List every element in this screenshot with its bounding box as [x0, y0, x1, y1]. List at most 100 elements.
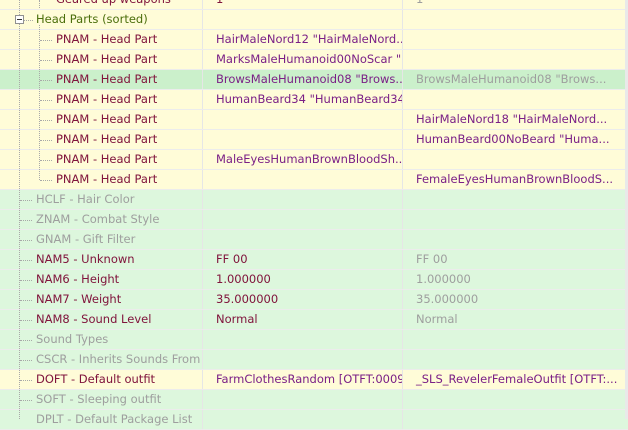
record-value-1[interactable]: FF 00 [203, 250, 403, 269]
tree-guide-line [20, 240, 32, 241]
record-name: NAM8 - Sound Level [36, 312, 152, 326]
tree-guide-line [20, 280, 32, 281]
record-value-1[interactable]: Normal [203, 310, 403, 329]
record-name: HCLF - Hair Color [36, 192, 135, 206]
tree-guide-line [40, 80, 52, 81]
record-value-1[interactable]: 1.000000 [203, 270, 403, 289]
record-name: PNAM - Head Part [56, 152, 158, 166]
record-value-1[interactable]: FarmClothesRandom [OTFT:0009... [203, 370, 403, 389]
record-row-nam6[interactable]: NAM6 - Height 1.000000 1.000000 [0, 270, 628, 290]
record-value-1[interactable]: HairMaleNord12 "HairMaleNord... [203, 30, 403, 49]
record-value-2[interactable]: HumanBeard00NoBeard "Huma... [403, 130, 628, 149]
head-part-row[interactable]: PNAM - Head Part HairMaleNord12 "HairMal… [0, 30, 628, 50]
tree-guide-line [20, 300, 32, 301]
record-value-2[interactable] [403, 210, 628, 229]
head-part-row[interactable]: PNAM - Head Part BrowsMaleHumanoid08 "Br… [0, 70, 628, 90]
head-part-row[interactable]: PNAM - Head Part FemaleEyesHumanBrownBlo… [0, 170, 628, 190]
group-row-head-parts[interactable]: Head Parts (sorted) [0, 10, 628, 30]
record-name: PNAM - Head Part [56, 112, 158, 126]
head-part-row[interactable]: PNAM - Head Part MaleEyesHumanBrownBlood… [0, 150, 628, 170]
record-value-2[interactable] [403, 190, 628, 209]
record-value-2[interactable]: 1 [403, 0, 628, 9]
record-value-1[interactable] [203, 130, 403, 149]
record-name: NAM5 - Unknown [36, 252, 135, 266]
record-name: NAM6 - Height [36, 272, 120, 286]
record-name: PNAM - Head Part [56, 172, 158, 186]
tree-guide-line [20, 200, 32, 201]
tree-guide-line [40, 120, 52, 121]
record-value-1[interactable] [203, 390, 403, 409]
record-name: ZNAM - Combat Style [36, 212, 160, 226]
record-value-2[interactable]: FF 00 [403, 250, 628, 269]
head-part-row[interactable]: PNAM - Head Part HumanBeard00NoBeard "Hu… [0, 130, 628, 150]
record-value-2[interactable]: Normal [403, 310, 628, 329]
record-row-sound-types[interactable]: Sound Types [0, 330, 628, 350]
record-row-soft[interactable]: SOFT - Sleeping outfit [0, 390, 628, 410]
record-name: DOFT - Default outfit [36, 372, 156, 386]
head-part-row[interactable]: PNAM - Head Part HumanBeard34 "HumanBear… [0, 90, 628, 110]
record-value-2[interactable] [403, 90, 628, 109]
tree-guide-line [20, 260, 32, 261]
record-name: DPLT - Default Package List [36, 412, 193, 426]
record-value-2[interactable] [403, 410, 628, 429]
record-value-2[interactable]: FemaleEyesHumanBrownBloodS... [403, 170, 628, 189]
record-row-doft[interactable]: DOFT - Default outfit FarmClothesRandom … [0, 370, 628, 390]
record-value-2[interactable] [403, 330, 628, 349]
record-value-1[interactable] [203, 230, 403, 249]
record-name: PNAM - Head Part [56, 92, 158, 106]
record-value-2[interactable]: _SLS_RevelerFemaleOutfit [OTFT:... [403, 370, 628, 389]
record-row-nam8[interactable]: NAM8 - Sound Level Normal Normal [0, 310, 628, 330]
record-row-nam5[interactable]: NAM5 - Unknown FF 00 FF 00 [0, 250, 628, 270]
record-value-1[interactable] [203, 410, 403, 429]
record-name: PNAM - Head Part [56, 132, 158, 146]
record-value-1[interactable] [203, 330, 403, 349]
record-value-2[interactable] [403, 230, 628, 249]
record-value-1[interactable]: HumanBeard34 "HumanBeard34... [203, 90, 403, 109]
record-name: PNAM - Head Part [56, 72, 158, 86]
record-value-1[interactable] [203, 190, 403, 209]
tree-guide-line [20, 360, 32, 361]
record-row-dplt[interactable]: DPLT - Default Package List [0, 410, 628, 430]
collapse-toggle-icon[interactable] [15, 15, 24, 24]
record-row-nam7[interactable]: NAM7 - Weight 35.000000 35.000000 [0, 290, 628, 310]
record-value-1[interactable]: MarksMaleHumanoid00NoScar "... [203, 50, 403, 69]
record-name: CSCR - Inherits Sounds From [36, 352, 201, 366]
tree-guide-line [40, 140, 52, 141]
tree-guide-line [40, 40, 52, 41]
record-value-1[interactable]: 1 [203, 0, 403, 9]
tree-guide-line [40, 160, 52, 161]
record-value-2[interactable] [403, 150, 628, 169]
record-value-2[interactable] [403, 350, 628, 369]
record-value-2[interactable] [403, 390, 628, 409]
record-value-2[interactable] [403, 30, 628, 49]
record-row-cscr[interactable]: CSCR - Inherits Sounds From [0, 350, 628, 370]
record-value-1[interactable] [203, 110, 403, 129]
record-value-1[interactable] [203, 170, 403, 189]
record-row-gnam[interactable]: GNAM - Gift Filter [0, 230, 628, 250]
record-row-geared-up-weapons[interactable]: Geared up weapons 1 1 [0, 0, 628, 10]
head-part-row[interactable]: PNAM - Head Part HairMaleNord18 "HairMal… [0, 110, 628, 130]
tree-guide-line [20, 380, 32, 381]
record-value-2[interactable]: 1.000000 [403, 270, 628, 289]
record-row-hclf[interactable]: HCLF - Hair Color [0, 190, 628, 210]
record-value-1[interactable]: BrowsMaleHumanoid08 "Brows... [203, 70, 403, 89]
tree-guide-line [39, 25, 40, 180]
tree-guide-line [20, 220, 32, 221]
record-value-2[interactable]: BrowsMaleHumanoid08 "Brows... [403, 70, 628, 89]
tree-guide-line [20, 400, 32, 401]
record-value-1[interactable] [203, 350, 403, 369]
tree-guide-line [40, 60, 52, 61]
head-part-row[interactable]: PNAM - Head Part MarksMaleHumanoid00NoSc… [0, 50, 628, 70]
record-compare-grid: Geared up weapons 1 1 Head Parts (sorted… [0, 0, 628, 430]
record-value-1[interactable]: MaleEyesHumanBrownBloodSh... [203, 150, 403, 169]
record-name: GNAM - Gift Filter [36, 232, 136, 246]
record-name: Sound Types [36, 332, 109, 346]
record-row-znam[interactable]: ZNAM - Combat Style [0, 210, 628, 230]
record-value-2[interactable] [403, 50, 628, 69]
tree-guide-line [20, 340, 32, 341]
record-value-2[interactable]: HairMaleNord18 "HairMaleNord... [403, 110, 628, 129]
tree-guide-line [39, 0, 40, 8]
record-value-1[interactable] [203, 210, 403, 229]
record-value-2[interactable]: 35.000000 [403, 290, 628, 309]
record-value-1[interactable]: 35.000000 [203, 290, 403, 309]
